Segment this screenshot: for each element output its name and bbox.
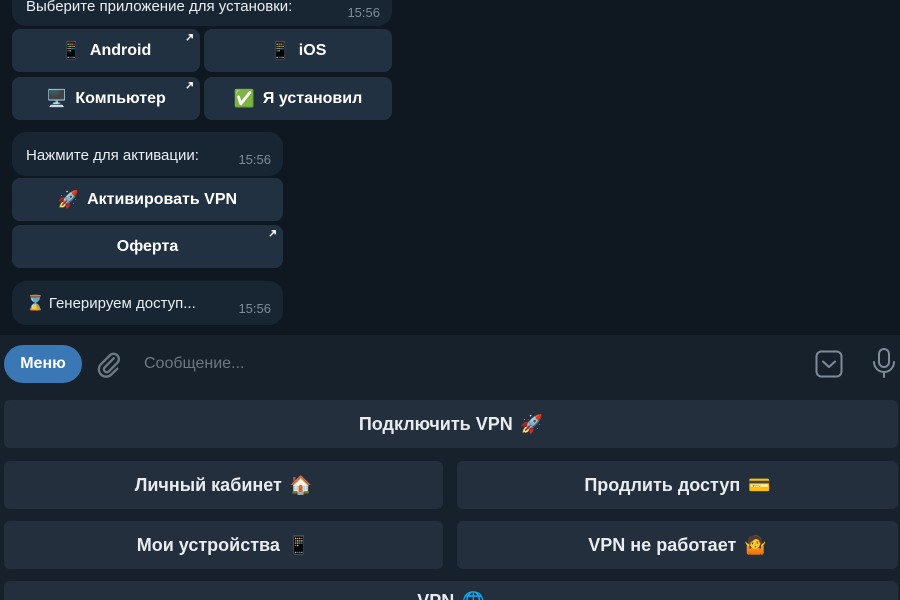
- message-bubble: ⌛ Генерируем доступ... 15:56: [12, 281, 283, 325]
- message-text: ⌛ Генерируем доступ...: [26, 295, 196, 312]
- keyboard-button-label: VPN не работает: [588, 534, 737, 555]
- phone-icon: 📱: [60, 40, 82, 60]
- phone-icon: 📱: [287, 534, 311, 555]
- keyboard-button-cabinet[interactable]: Личный кабинет 🏠: [4, 461, 443, 509]
- inline-button-label: Я установил: [262, 89, 363, 107]
- message-bubble: Выберите приложение для установки: 15:56: [12, 0, 392, 26]
- keyboard-button-label: VPN: [417, 591, 454, 600]
- chat-area: Выберите приложение для установки: 15:56…: [0, 0, 900, 335]
- external-link-icon: [186, 34, 193, 41]
- message-bubble: Нажмите для активации: 15:56: [12, 132, 283, 176]
- desktop-icon: 🖥️: [46, 88, 68, 108]
- menu-button[interactable]: Меню: [4, 345, 82, 383]
- inline-button-label: iOS: [298, 41, 327, 59]
- message-input[interactable]: [144, 348, 784, 380]
- inline-button-label: Компьютер: [75, 89, 166, 107]
- inline-button-label: Android: [89, 41, 152, 59]
- inline-button-label: Активировать VPN: [87, 190, 238, 208]
- inline-button-computer[interactable]: 🖥️ Компьютер: [12, 77, 200, 120]
- inline-button-offer[interactable]: Оферта: [12, 225, 283, 268]
- paperclip-icon[interactable]: [94, 350, 122, 378]
- check-icon: ✅: [233, 88, 255, 108]
- inline-button-label: Оферта: [116, 237, 179, 255]
- keyboard-button-devices[interactable]: Мои устройства 📱: [4, 521, 443, 569]
- microphone-icon[interactable]: [870, 347, 898, 379]
- keyboard-button-connect[interactable]: Подключить VPN 🚀: [4, 400, 898, 448]
- message-time: 15:56: [238, 152, 271, 167]
- globe-icon: 🌐: [462, 591, 484, 600]
- keyboard-button-vpn-broken[interactable]: VPN не работает 🤷: [457, 521, 898, 569]
- phone-icon: 📱: [269, 40, 291, 60]
- inline-button-ios[interactable]: 📱 iOS: [204, 29, 392, 72]
- inline-button-installed[interactable]: ✅ Я установил: [204, 77, 392, 120]
- keyboard-button-label: Подключить VPN: [358, 413, 513, 434]
- rocket-icon: 🚀: [57, 189, 80, 209]
- keyboard-button-label: Личный кабинет: [134, 474, 282, 495]
- keyboard-button-extend[interactable]: Продлить доступ 💳: [457, 461, 898, 509]
- keyboard-button-vpn[interactable]: VPN 🌐: [4, 581, 898, 600]
- external-link-icon: [269, 230, 276, 237]
- message-text: Нажмите для активации:: [26, 147, 199, 164]
- shrug-icon: 🤷: [744, 534, 767, 555]
- keyboard-button-label: Продлить доступ: [584, 474, 741, 495]
- message-time: 15:56: [347, 5, 380, 20]
- keyboard-button-label: Мои устройства: [136, 534, 280, 555]
- message-text: Выберите приложение для установки:: [26, 0, 293, 15]
- message-time: 15:56: [238, 301, 271, 316]
- inline-button-android[interactable]: 📱 Android: [12, 29, 200, 72]
- external-link-icon: [186, 82, 193, 89]
- credit-card-icon: 💳: [748, 474, 771, 495]
- rocket-icon: 🚀: [520, 413, 544, 434]
- inline-button-activate-vpn[interactable]: 🚀 Активировать VPN: [12, 178, 283, 221]
- keyboard-toggle-icon[interactable]: [814, 349, 844, 379]
- house-icon: 🏠: [289, 474, 313, 495]
